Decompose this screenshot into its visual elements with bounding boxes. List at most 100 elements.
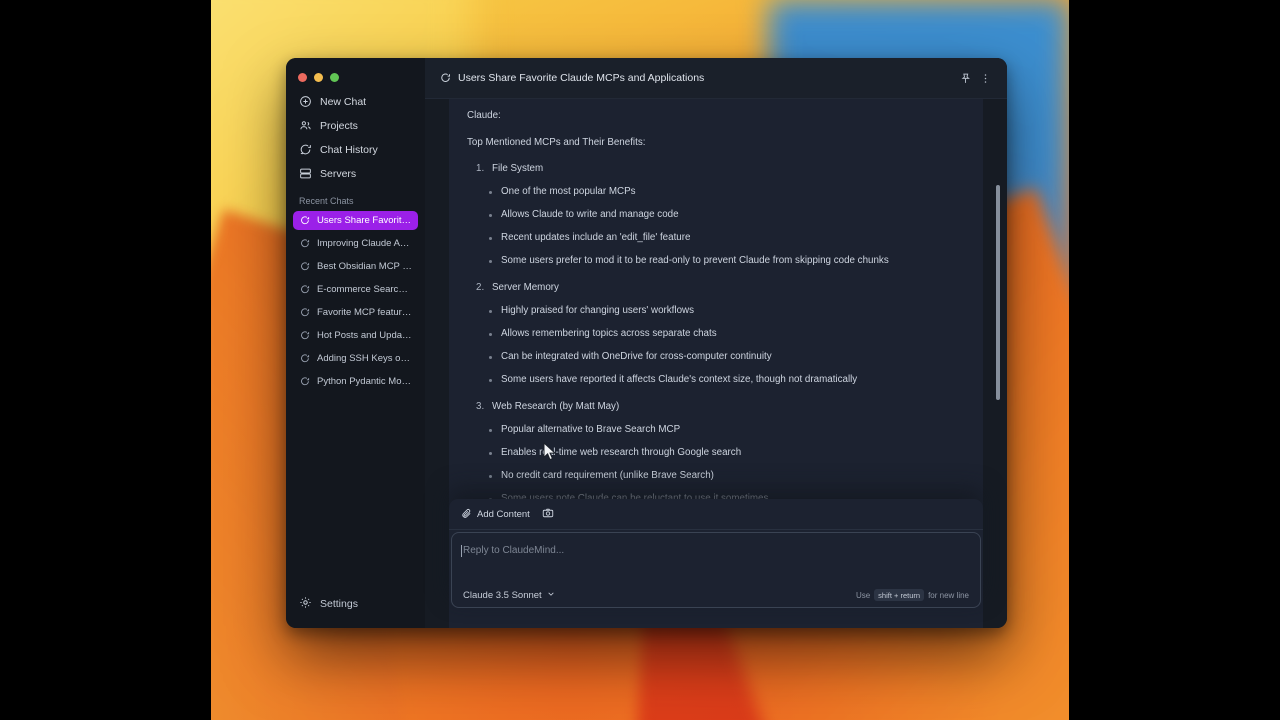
chat-bubble-icon	[299, 353, 310, 364]
chat-list-item-label: Adding SSH Keys on GitHub	[317, 353, 412, 364]
list-item: Enables real-time web research through G…	[467, 447, 965, 458]
chat-list-item[interactable]: Users Share Favorite Clau⋯	[293, 211, 418, 230]
composer-toolbar: Add Content	[449, 499, 983, 530]
chat-list-item-label: Users Share Favorite Clau⋯	[317, 215, 412, 226]
window-controls	[286, 58, 425, 86]
list-item: One of the most popular MCPs	[467, 186, 965, 197]
projects-icon	[299, 119, 312, 132]
list-item: Some users have reported it affects Clau…	[467, 374, 965, 385]
composer: Add Content Reply to	[449, 499, 983, 608]
sidebar-item-settings[interactable]: Settings	[286, 588, 425, 628]
chat-bubble-icon	[439, 72, 451, 84]
chat-list-item[interactable]: E-commerce Search Engin⋯	[293, 280, 418, 299]
mcp-section-title: 3. Web Research (by Matt May)	[467, 401, 965, 412]
servers-icon	[299, 167, 312, 180]
maximize-window-button[interactable]	[330, 73, 339, 82]
recent-chats-label: Recent Chats	[286, 186, 425, 211]
add-content-button[interactable]: Add Content	[461, 508, 530, 522]
chat-bubble-icon	[299, 330, 310, 341]
reply-input-placeholder: Reply to ClaudeMind...	[463, 545, 564, 556]
chat-bubble-icon	[299, 376, 310, 387]
mcp-bullets: Highly praised for changing users' workf…	[467, 305, 965, 385]
mcp-list: 1. File System	[467, 163, 965, 174]
pin-icon[interactable]	[955, 68, 975, 88]
list-item: Some users prefer to mod it to be read-o…	[467, 255, 965, 266]
new-chat-icon	[299, 95, 312, 108]
list-item: No credit card requirement (unlike Brave…	[467, 470, 965, 481]
composer-footer: Claude 3.5 Sonnet Use shift + return for…	[452, 589, 980, 601]
gear-icon	[299, 596, 312, 612]
hint-suffix: for new line	[928, 591, 969, 600]
newline-hint: Use shift + return for new line	[856, 589, 969, 601]
camera-button[interactable]	[542, 507, 554, 522]
mcp-bullets: Popular alternative to Brave Search MCP …	[467, 424, 965, 504]
chat-list-item[interactable]: Adding SSH Keys on GitHub	[293, 349, 418, 368]
chat-list-item-label: Best Obsidian MCP Server ⋯	[317, 261, 412, 272]
chat-bubble-icon	[299, 261, 310, 272]
main-panel: Users Share Favorite Claude MCPs and App…	[425, 58, 1007, 628]
hint-keyboard-shortcut: shift + return	[874, 589, 924, 601]
chat-bubble-icon	[299, 284, 310, 295]
conversation-header: Users Share Favorite Claude MCPs and App…	[425, 58, 1007, 99]
list-item: Popular alternative to Brave Search MCP	[467, 424, 965, 435]
chat-list-item-label: E-commerce Search Engin⋯	[317, 284, 412, 295]
sidebar-item-new-chat[interactable]: New Chat	[293, 90, 418, 113]
list-item: Allows Claude to write and manage code	[467, 209, 965, 220]
chat-list-item[interactable]: Hot Posts and Updates fro⋯	[293, 326, 418, 345]
message-intro-line: Claude:	[467, 109, 965, 122]
sidebar-item-label: Projects	[320, 120, 358, 132]
chat-list-item[interactable]: Python Pydantic Module I⋯	[293, 372, 418, 391]
sidebar-item-servers[interactable]: Servers	[293, 162, 418, 185]
sidebar-item-label: Chat History	[320, 144, 378, 156]
close-window-button[interactable]	[298, 73, 307, 82]
conversation-scrollbar[interactable]	[996, 185, 1000, 400]
hint-prefix: Use	[856, 591, 870, 600]
mcp-list: 2. Server Memory	[467, 282, 965, 293]
message-heading: Top Mentioned MCPs and Their Benefits:	[467, 136, 965, 149]
composer-area: Add Content Reply to	[425, 499, 1007, 628]
chat-list-item[interactable]: Best Obsidian MCP Server ⋯	[293, 257, 418, 276]
mcp-section-title: 1. File System	[467, 163, 965, 174]
chat-list-item-label: Hot Posts and Updates fro⋯	[317, 330, 412, 341]
sidebar-item-chat-history[interactable]: Chat History	[293, 138, 418, 161]
conversation-title: Users Share Favorite Claude MCPs and App…	[458, 72, 955, 84]
section-title-text: Web Research (by Matt May)	[492, 401, 619, 412]
sidebar-item-label: Servers	[320, 168, 356, 180]
section-title-text: File System	[492, 163, 543, 174]
text-caret	[461, 545, 462, 557]
list-item: Highly praised for changing users' workf…	[467, 305, 965, 316]
recent-chats-list: Users Share Favorite Clau⋯ Improving Cla…	[286, 211, 425, 588]
chat-list-item-label: Improving Claude AI Funct⋯	[317, 238, 412, 249]
list-item: Recent updates include an 'edit_file' fe…	[467, 232, 965, 243]
list-item: Allows remembering topics across separat…	[467, 328, 965, 339]
mcp-bullets: One of the most popular MCPs Allows Clau…	[467, 186, 965, 266]
sidebar-nav: New Chat Projects Chat	[286, 86, 425, 186]
list-number: 2.	[476, 282, 484, 293]
chat-bubble-icon	[299, 215, 310, 226]
sidebar: New Chat Projects Chat	[286, 58, 425, 628]
mcp-section-title: 2. Server Memory	[467, 282, 965, 293]
settings-label: Settings	[320, 598, 358, 610]
list-number: 3.	[476, 401, 484, 412]
sidebar-item-label: New Chat	[320, 96, 366, 108]
paperclip-icon	[461, 508, 472, 522]
model-name: Claude 3.5 Sonnet	[463, 590, 542, 601]
model-selector[interactable]: Claude 3.5 Sonnet	[463, 590, 555, 601]
list-item: Can be integrated with OneDrive for cros…	[467, 351, 965, 362]
add-content-label: Add Content	[477, 509, 530, 520]
chat-list-item[interactable]: Favorite MCP features and ⋯	[293, 303, 418, 322]
chevron-down-icon	[547, 590, 555, 601]
app-window: New Chat Projects Chat	[286, 58, 1007, 628]
chat-bubble-icon	[299, 307, 310, 318]
reply-input[interactable]: Reply to ClaudeMind... Claude 3.5 Sonnet	[451, 532, 981, 608]
mcp-list: 3. Web Research (by Matt May)	[467, 401, 965, 412]
camera-icon	[542, 507, 554, 522]
list-number: 1.	[476, 163, 484, 174]
sidebar-item-projects[interactable]: Projects	[293, 114, 418, 137]
minimize-window-button[interactable]	[314, 73, 323, 82]
more-vertical-icon[interactable]	[975, 68, 995, 88]
chat-bubble-icon	[299, 238, 310, 249]
chat-list-item-label: Python Pydantic Module I⋯	[317, 376, 412, 387]
chat-list-item[interactable]: Improving Claude AI Funct⋯	[293, 234, 418, 253]
chat-list-item-label: Favorite MCP features and ⋯	[317, 307, 412, 318]
